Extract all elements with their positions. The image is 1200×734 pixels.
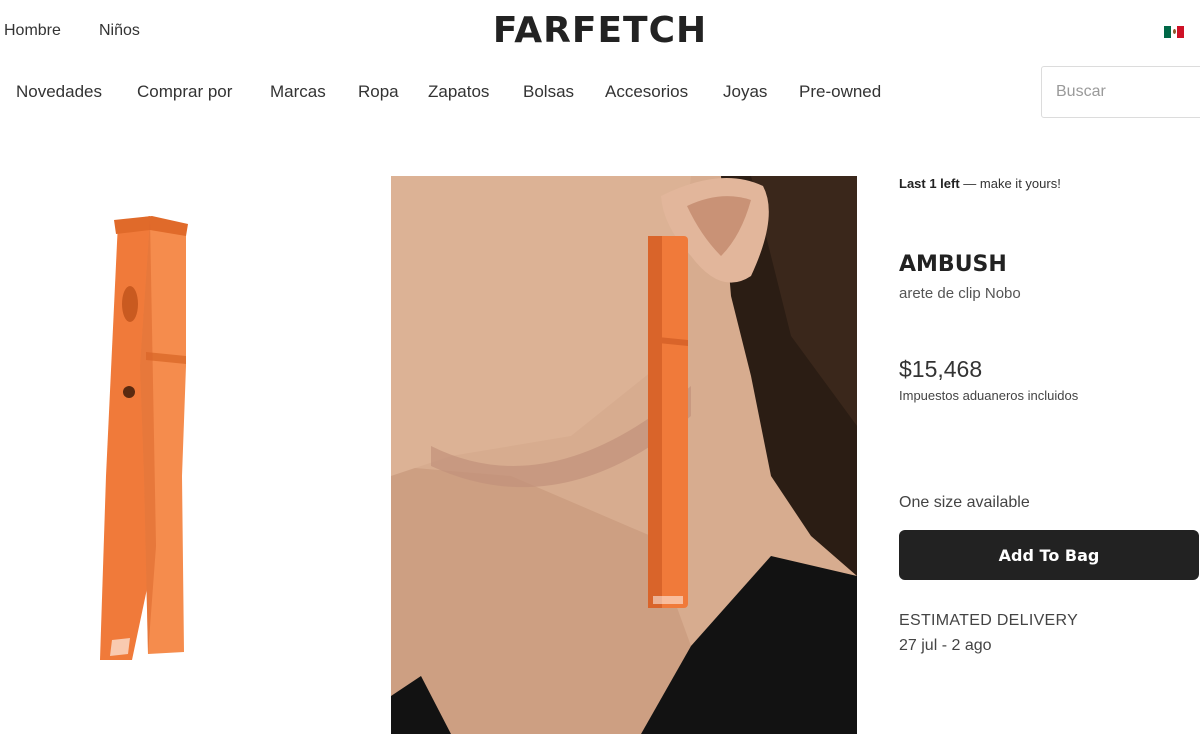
nav-item-bolsas[interactable]: Bolsas [523,82,574,102]
model-wearing-earring-image [391,176,857,734]
search-input[interactable] [1042,67,1182,117]
top-bar: Hombre Niños FARFETCH [0,0,1200,62]
nav-item-ropa[interactable]: Ropa [358,82,399,102]
clothespin-earring-image [100,216,188,660]
product-thumbnail[interactable] [0,176,300,696]
product-name: arete de clip Nobo [899,285,1021,302]
stock-count: Last 1 left [899,176,960,191]
nav-item-zapatos[interactable]: Zapatos [428,82,489,102]
product-main-image[interactable] [391,176,857,734]
delivery-label: ESTIMATED DELIVERY [899,612,1079,629]
nav-item-accesorios[interactable]: Accesorios [605,82,688,102]
nav-item-joyas[interactable]: Joyas [723,82,767,102]
mexico-flag-icon[interactable] [1164,26,1185,38]
nav-item-comprar-por[interactable]: Comprar por [137,82,232,102]
nav-item-novedades[interactable]: Novedades [16,82,102,102]
nav-item-marcas[interactable]: Marcas [270,82,326,102]
stock-notice: Last 1 left — make it yours! [899,176,1061,191]
stock-message: — make it yours! [959,176,1061,191]
product-price: $15,468 [899,356,983,382]
nav-item-pre-owned[interactable]: Pre-owned [799,82,881,102]
add-to-bag-button[interactable]: Add To Bag [899,530,1199,580]
delivery-dates: 27 jul - 2 ago [899,637,992,654]
size-availability: One size available [899,494,1030,511]
category-nav: Novedades Comprar por Marcas Ropa Zapato… [0,62,1200,120]
search-box [1041,66,1200,118]
tax-note: Impuestos aduaneros incluidos [899,388,1079,403]
brand-name[interactable]: AMBUSH [899,252,1007,277]
site-logo[interactable]: FARFETCH [0,10,1200,51]
